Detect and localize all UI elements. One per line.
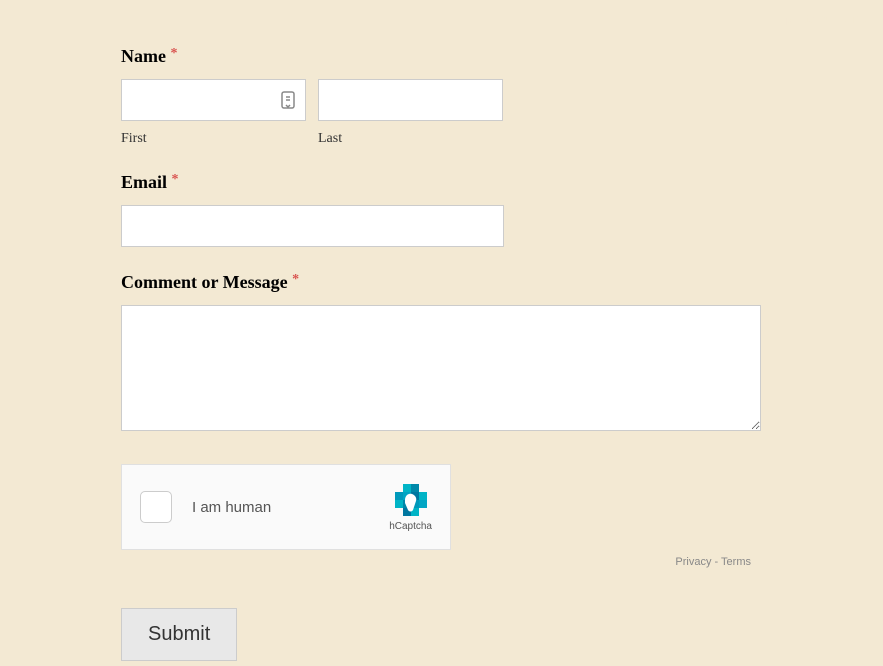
first-name-input[interactable] (121, 79, 306, 121)
message-label-text: Comment or Message (121, 272, 288, 292)
captcha-sep: - (711, 556, 721, 568)
message-label: Comment or Message * (121, 272, 763, 293)
last-name-sublabel: Last (318, 131, 503, 147)
name-row: First Last (121, 79, 763, 147)
first-name-sublabel: First (121, 131, 306, 147)
captcha-text: I am human (192, 499, 389, 516)
first-name-input-wrapper (121, 79, 306, 121)
message-required: * (292, 272, 299, 287)
name-field-group: Name * First (121, 46, 763, 147)
captcha-terms-link[interactable]: Terms (721, 556, 751, 568)
name-label-text: Name (121, 46, 166, 66)
captcha-privacy-link[interactable]: Privacy (675, 556, 711, 568)
email-input[interactable] (121, 205, 504, 247)
name-label: Name * (121, 46, 763, 67)
message-field-group: Comment or Message * (121, 272, 763, 436)
first-name-col: First (121, 79, 306, 147)
top-right-text: Update our lyrics (777, 12, 867, 26)
email-field-group: Email * (121, 172, 763, 247)
captcha-footer: Privacy - Terms (121, 556, 751, 568)
message-textarea[interactable] (121, 305, 761, 431)
last-name-col: Last (318, 79, 503, 147)
hcaptcha-logo-icon (393, 482, 429, 518)
captcha-box: I am human (121, 464, 451, 550)
email-required: * (172, 172, 179, 187)
captcha-brand-text: hCaptcha (389, 521, 432, 532)
email-label: Email * (121, 172, 763, 193)
last-name-input[interactable] (318, 79, 503, 121)
captcha-checkbox[interactable] (140, 491, 172, 523)
email-label-text: Email (121, 172, 167, 192)
contact-form: Name * First (121, 46, 763, 661)
name-required: * (170, 46, 177, 61)
captcha-wrapper: I am human (121, 464, 451, 568)
captcha-brand: hCaptcha (389, 482, 432, 532)
submit-button[interactable]: Submit (121, 608, 237, 661)
